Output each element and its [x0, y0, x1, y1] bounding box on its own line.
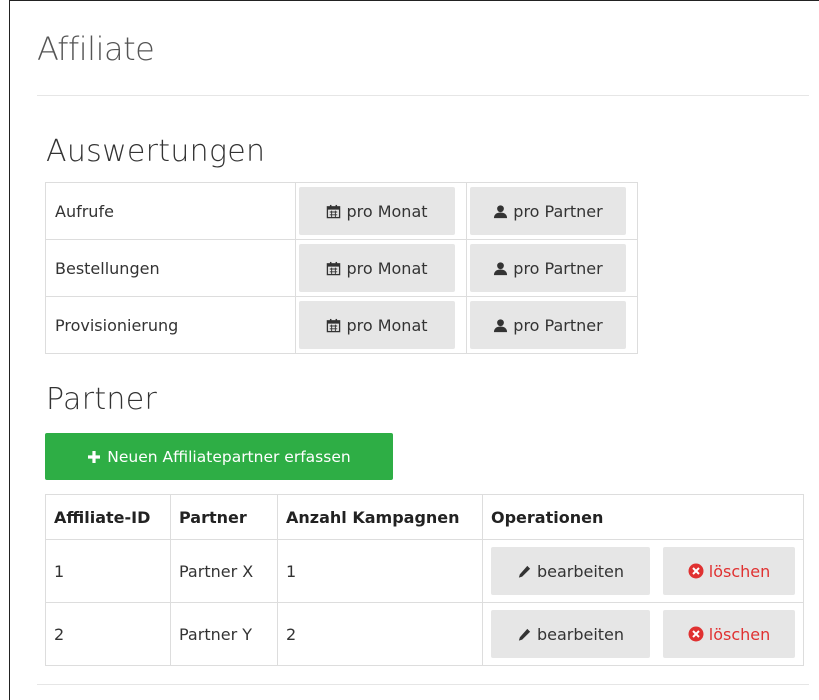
bestellungen-per-partner-button[interactable]: pro Partner [470, 244, 626, 292]
provisionierung-per-month-button[interactable]: pro Monat [299, 301, 455, 349]
times-circle-icon [688, 563, 704, 579]
provisionierung-per-partner-button[interactable]: pro Partner [470, 301, 626, 349]
affiliate-id-cell: 1 [45, 539, 171, 603]
evaluation-row-bestellungen: Bestellungen pro Monat pro Partner [45, 239, 638, 297]
operations-cell: bearbeiten löschen [482, 602, 804, 666]
partner-name-cell: Partner Y [170, 602, 278, 666]
calendar-icon [327, 204, 341, 218]
page-title: Affiliate [37, 30, 155, 68]
evaluation-label: Provisionierung [45, 296, 296, 354]
table-header-row: Affiliate-ID Partner Anzahl Kampagnen Op… [45, 494, 804, 540]
column-header-partner: Partner [170, 494, 278, 540]
window-border-left [9, 0, 10, 700]
plus-icon [88, 450, 101, 463]
window-border-top [9, 0, 819, 1]
calendar-icon [327, 318, 341, 332]
partner-name-cell: Partner X [170, 539, 278, 603]
calendar-icon [327, 261, 341, 275]
bestellungen-per-month-button[interactable]: pro Monat [299, 244, 455, 292]
user-icon [494, 204, 508, 218]
operations-cell: bearbeiten löschen [482, 539, 804, 603]
evaluations-heading: Auswertungen [46, 134, 266, 169]
title-divider [37, 95, 809, 96]
edit-button[interactable]: bearbeiten [491, 610, 650, 658]
affiliate-id-cell: 2 [45, 602, 171, 666]
column-header-affiliate-id: Affiliate-ID [45, 494, 171, 540]
evaluation-row-provisionierung: Provisionierung pro Monat pro Partner [45, 296, 638, 354]
campaign-count-cell: 1 [277, 539, 483, 603]
evaluation-label: Bestellungen [45, 239, 296, 297]
aufrufe-per-month-button[interactable]: pro Monat [299, 187, 455, 235]
delete-button[interactable]: löschen [663, 547, 795, 595]
user-icon [494, 261, 508, 275]
pencil-icon [518, 565, 531, 578]
user-icon [494, 318, 508, 332]
table-row: 2 Partner Y 2 bearbeiten löschen [45, 602, 804, 666]
table-row: 1 Partner X 1 bearbeiten löschen [45, 539, 804, 603]
aufrufe-per-partner-button[interactable]: pro Partner [470, 187, 626, 235]
delete-button[interactable]: löschen [663, 610, 795, 658]
times-circle-icon [688, 626, 704, 642]
evaluations-table: Aufrufe pro Monat pro Partner Bestellung… [45, 182, 638, 354]
footer-divider [37, 684, 809, 685]
column-header-campaign-count: Anzahl Kampagnen [277, 494, 483, 540]
add-affiliate-partner-button[interactable]: Neuen Affiliatepartner erfassen [45, 433, 393, 480]
edit-button[interactable]: bearbeiten [491, 547, 650, 595]
partners-table: Affiliate-ID Partner Anzahl Kampagnen Op… [45, 494, 804, 666]
campaign-count-cell: 2 [277, 602, 483, 666]
evaluation-row-aufrufe: Aufrufe pro Monat pro Partner [45, 182, 638, 240]
partners-heading: Partner [46, 382, 158, 417]
pencil-icon [518, 628, 531, 641]
column-header-operations: Operationen [482, 494, 804, 540]
evaluation-label: Aufrufe [45, 182, 296, 240]
